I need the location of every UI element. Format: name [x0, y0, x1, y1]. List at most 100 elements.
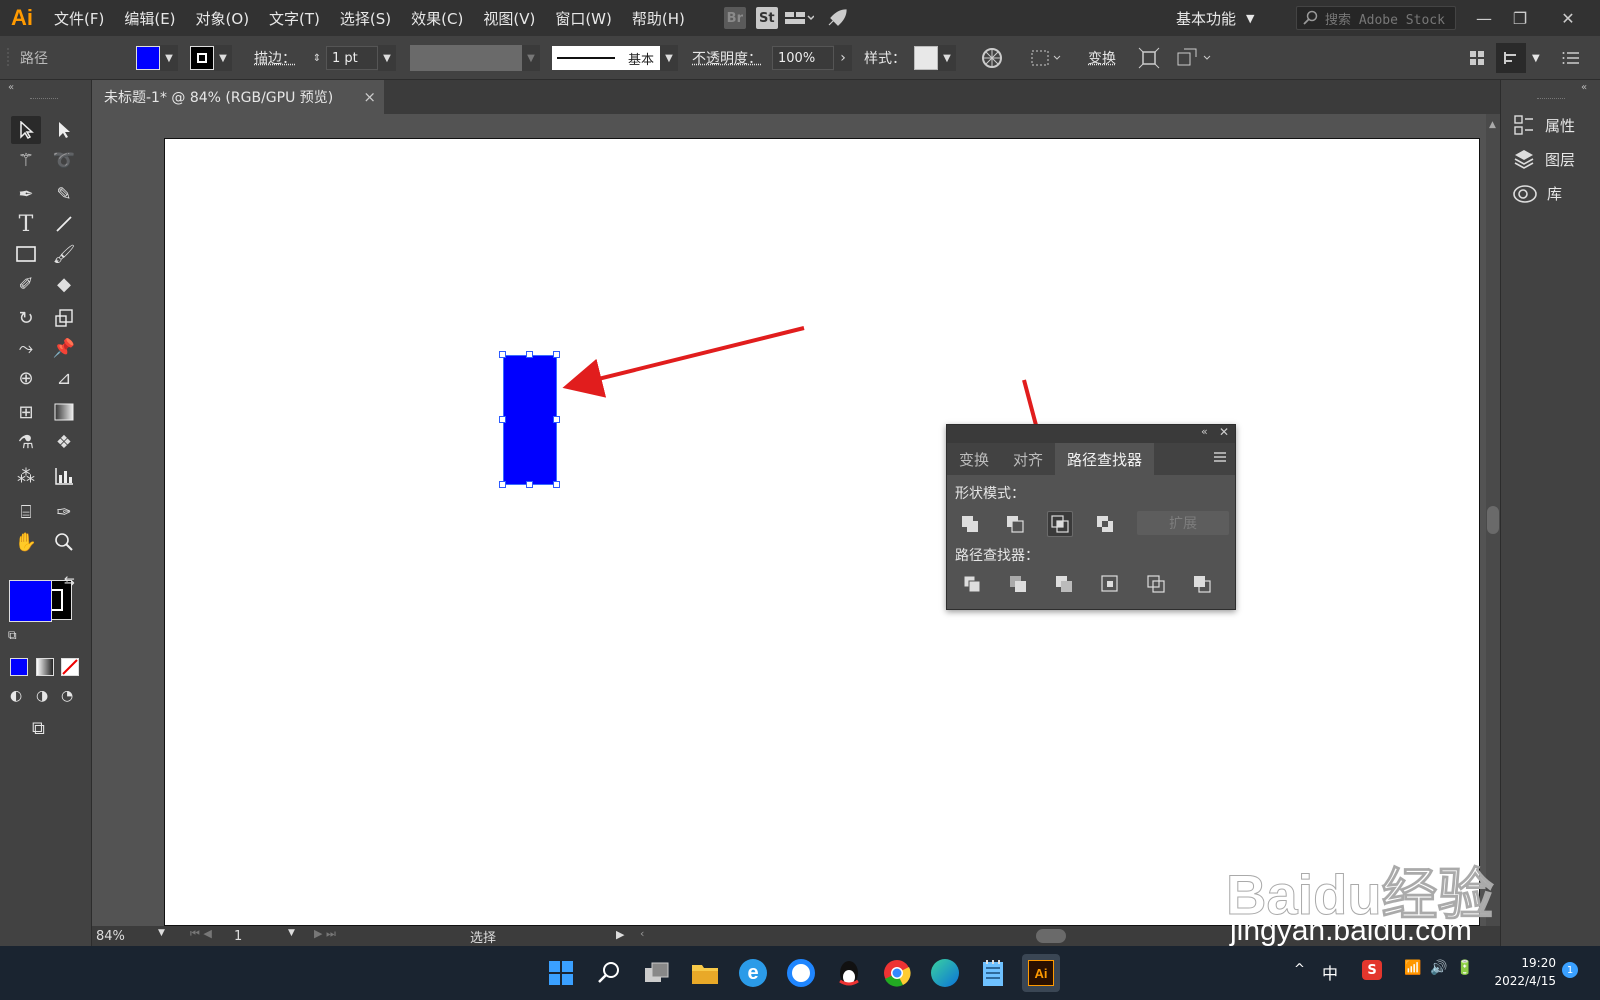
horizontal-scroll-thumb[interactable] [1036, 929, 1066, 943]
arrange-documents-button[interactable] [783, 4, 815, 32]
zoom-level[interactable]: 84% [96, 926, 156, 946]
stroke-weight-input[interactable]: 1 pt [326, 46, 378, 70]
curvature-tool[interactable]: ✎ [49, 180, 79, 208]
chevron-down-icon[interactable]: ▼ [1532, 53, 1540, 64]
none-mode-button[interactable] [61, 658, 79, 676]
minus-front-button[interactable] [1002, 511, 1028, 537]
tab-transform[interactable]: 变换 [947, 443, 1001, 475]
slice-tool[interactable]: ✑ [49, 498, 79, 526]
variable-width-control[interactable]: ▼ [410, 36, 540, 80]
unite-button[interactable] [957, 511, 983, 537]
wifi-icon[interactable]: 📶 [1404, 960, 1421, 976]
intersect-button[interactable] [1047, 511, 1073, 537]
chevron-down-icon[interactable]: ▼ [522, 45, 540, 71]
close-window-button[interactable]: ✕ [1548, 0, 1588, 36]
panel-header[interactable]: « ✕ [947, 425, 1235, 443]
merge-button[interactable] [1051, 571, 1077, 597]
fill-color-box[interactable] [9, 580, 52, 622]
fill-swatch-control[interactable]: ▼ [136, 36, 178, 80]
artboard-tool[interactable]: ⌸ [11, 498, 41, 526]
default-colors-icon[interactable]: ⧉ [8, 628, 17, 643]
expand-button[interactable]: 扩展 [1137, 511, 1229, 535]
status-menu-icon[interactable]: ▶ [616, 928, 624, 941]
menu-type[interactable]: 文字(T) [259, 8, 330, 29]
menu-view[interactable]: 视图(V) [473, 8, 545, 29]
color-mode-button[interactable] [10, 658, 28, 676]
canvas-area[interactable] [92, 114, 1486, 926]
chevron-down-icon[interactable]: ▼ [214, 45, 232, 71]
notepad-button[interactable] [974, 954, 1012, 992]
divide-button[interactable] [959, 571, 985, 597]
edge-button[interactable] [926, 954, 964, 992]
rotate-tool[interactable]: ↻ [11, 304, 41, 332]
line-tool[interactable] [49, 210, 79, 238]
transform-link[interactable]: 变换 [1088, 36, 1116, 80]
chrome-button[interactable] [878, 954, 916, 992]
scroll-up-icon[interactable]: ▲ [1489, 120, 1496, 130]
notification-badge[interactable]: 1 [1562, 962, 1578, 978]
show-hidden-icons[interactable]: ^ [1294, 962, 1305, 977]
puppet-warp-button[interactable] [1176, 36, 1216, 80]
fill-color-swatch[interactable] [136, 46, 160, 70]
last-artboard-icon[interactable]: ▶ ⏭ [314, 927, 336, 941]
graphic-style-control[interactable]: ▼ [914, 36, 956, 80]
chevron-down-icon[interactable]: ▼ [160, 45, 178, 71]
selection-handle[interactable] [526, 481, 533, 488]
battery-icon[interactable]: 🔋 [1456, 960, 1473, 976]
draw-inside-icon[interactable]: ◔ [61, 688, 73, 704]
arrange-button[interactable]: ▼ [1496, 36, 1540, 80]
gradient-mode-button[interactable] [36, 658, 54, 676]
chevron-down-icon[interactable]: ▼ [660, 45, 678, 71]
file-explorer-button[interactable] [686, 954, 724, 992]
chevron-down-icon[interactable]: ▼ [938, 45, 956, 71]
menu-help[interactable]: 帮助(H) [622, 8, 695, 29]
exclude-button[interactable] [1092, 511, 1118, 537]
panel-menu-icon[interactable] [1213, 451, 1227, 467]
puppet-warp-tool[interactable]: 📌 [49, 334, 79, 362]
draw-normal-icon[interactable]: ◐ [10, 688, 22, 704]
tab-pathfinder[interactable]: 路径查找器 [1055, 443, 1155, 475]
paintbrush-tool[interactable]: 🖌 [49, 240, 79, 268]
dock-libraries[interactable]: 库 [1513, 178, 1562, 208]
rectangle-tool[interactable] [11, 240, 41, 268]
scroll-thumb[interactable] [1487, 506, 1499, 534]
gpu-performance-button[interactable] [821, 4, 853, 32]
menu-file[interactable]: 文件(F) [44, 8, 114, 29]
isolate-button[interactable] [1138, 36, 1160, 80]
selection-handle[interactable] [499, 351, 506, 358]
magic-wand-tool[interactable]: ⚚ [11, 146, 41, 174]
style-swatch[interactable] [914, 46, 938, 70]
artboard[interactable] [164, 138, 1480, 926]
collapse-dock-icon[interactable]: « [1581, 82, 1587, 93]
workspace-switcher[interactable]: 基本功能 ▼ [1176, 0, 1254, 36]
trim-button[interactable] [1005, 571, 1031, 597]
chevron-right-icon[interactable]: › [834, 45, 852, 71]
mesh-tool[interactable]: ⊞ [11, 398, 41, 426]
width-tool[interactable]: ⤳ [11, 334, 41, 362]
selection-handle[interactable] [553, 481, 560, 488]
zoom-tool[interactable] [49, 528, 79, 556]
qq-button[interactable] [830, 954, 868, 992]
minus-back-button[interactable] [1189, 571, 1215, 597]
recolor-artwork-button[interactable] [980, 36, 1004, 80]
chevron-down-icon[interactable]: ▼ [378, 45, 396, 71]
selection-handle[interactable] [526, 351, 533, 358]
outline-button[interactable] [1143, 571, 1169, 597]
artboard-number[interactable]: 1 [234, 926, 284, 946]
panel-menu-button[interactable] [1562, 36, 1580, 80]
pen-tool[interactable]: ✒ [11, 180, 41, 208]
stock-search-input[interactable]: 搜索 Adobe Stock [1296, 6, 1456, 30]
stepper-icon[interactable]: ⇕ [308, 45, 326, 71]
chevron-down-icon[interactable]: ▼ [158, 928, 165, 938]
search-button[interactable] [590, 954, 628, 992]
selection-handle[interactable] [553, 416, 560, 423]
lasso-tool[interactable]: ➰ [49, 146, 79, 174]
menu-object[interactable]: 对象(O) [186, 8, 260, 29]
type-tool[interactable]: T [11, 210, 41, 238]
start-button[interactable] [542, 954, 580, 992]
hand-tool[interactable]: ✋ [11, 528, 41, 556]
panel-layout-button[interactable] [1468, 36, 1486, 80]
collapse-panel-icon[interactable]: « [8, 82, 14, 93]
stroke-color-swatch[interactable] [190, 46, 214, 70]
restore-button[interactable]: ❐ [1500, 0, 1540, 36]
